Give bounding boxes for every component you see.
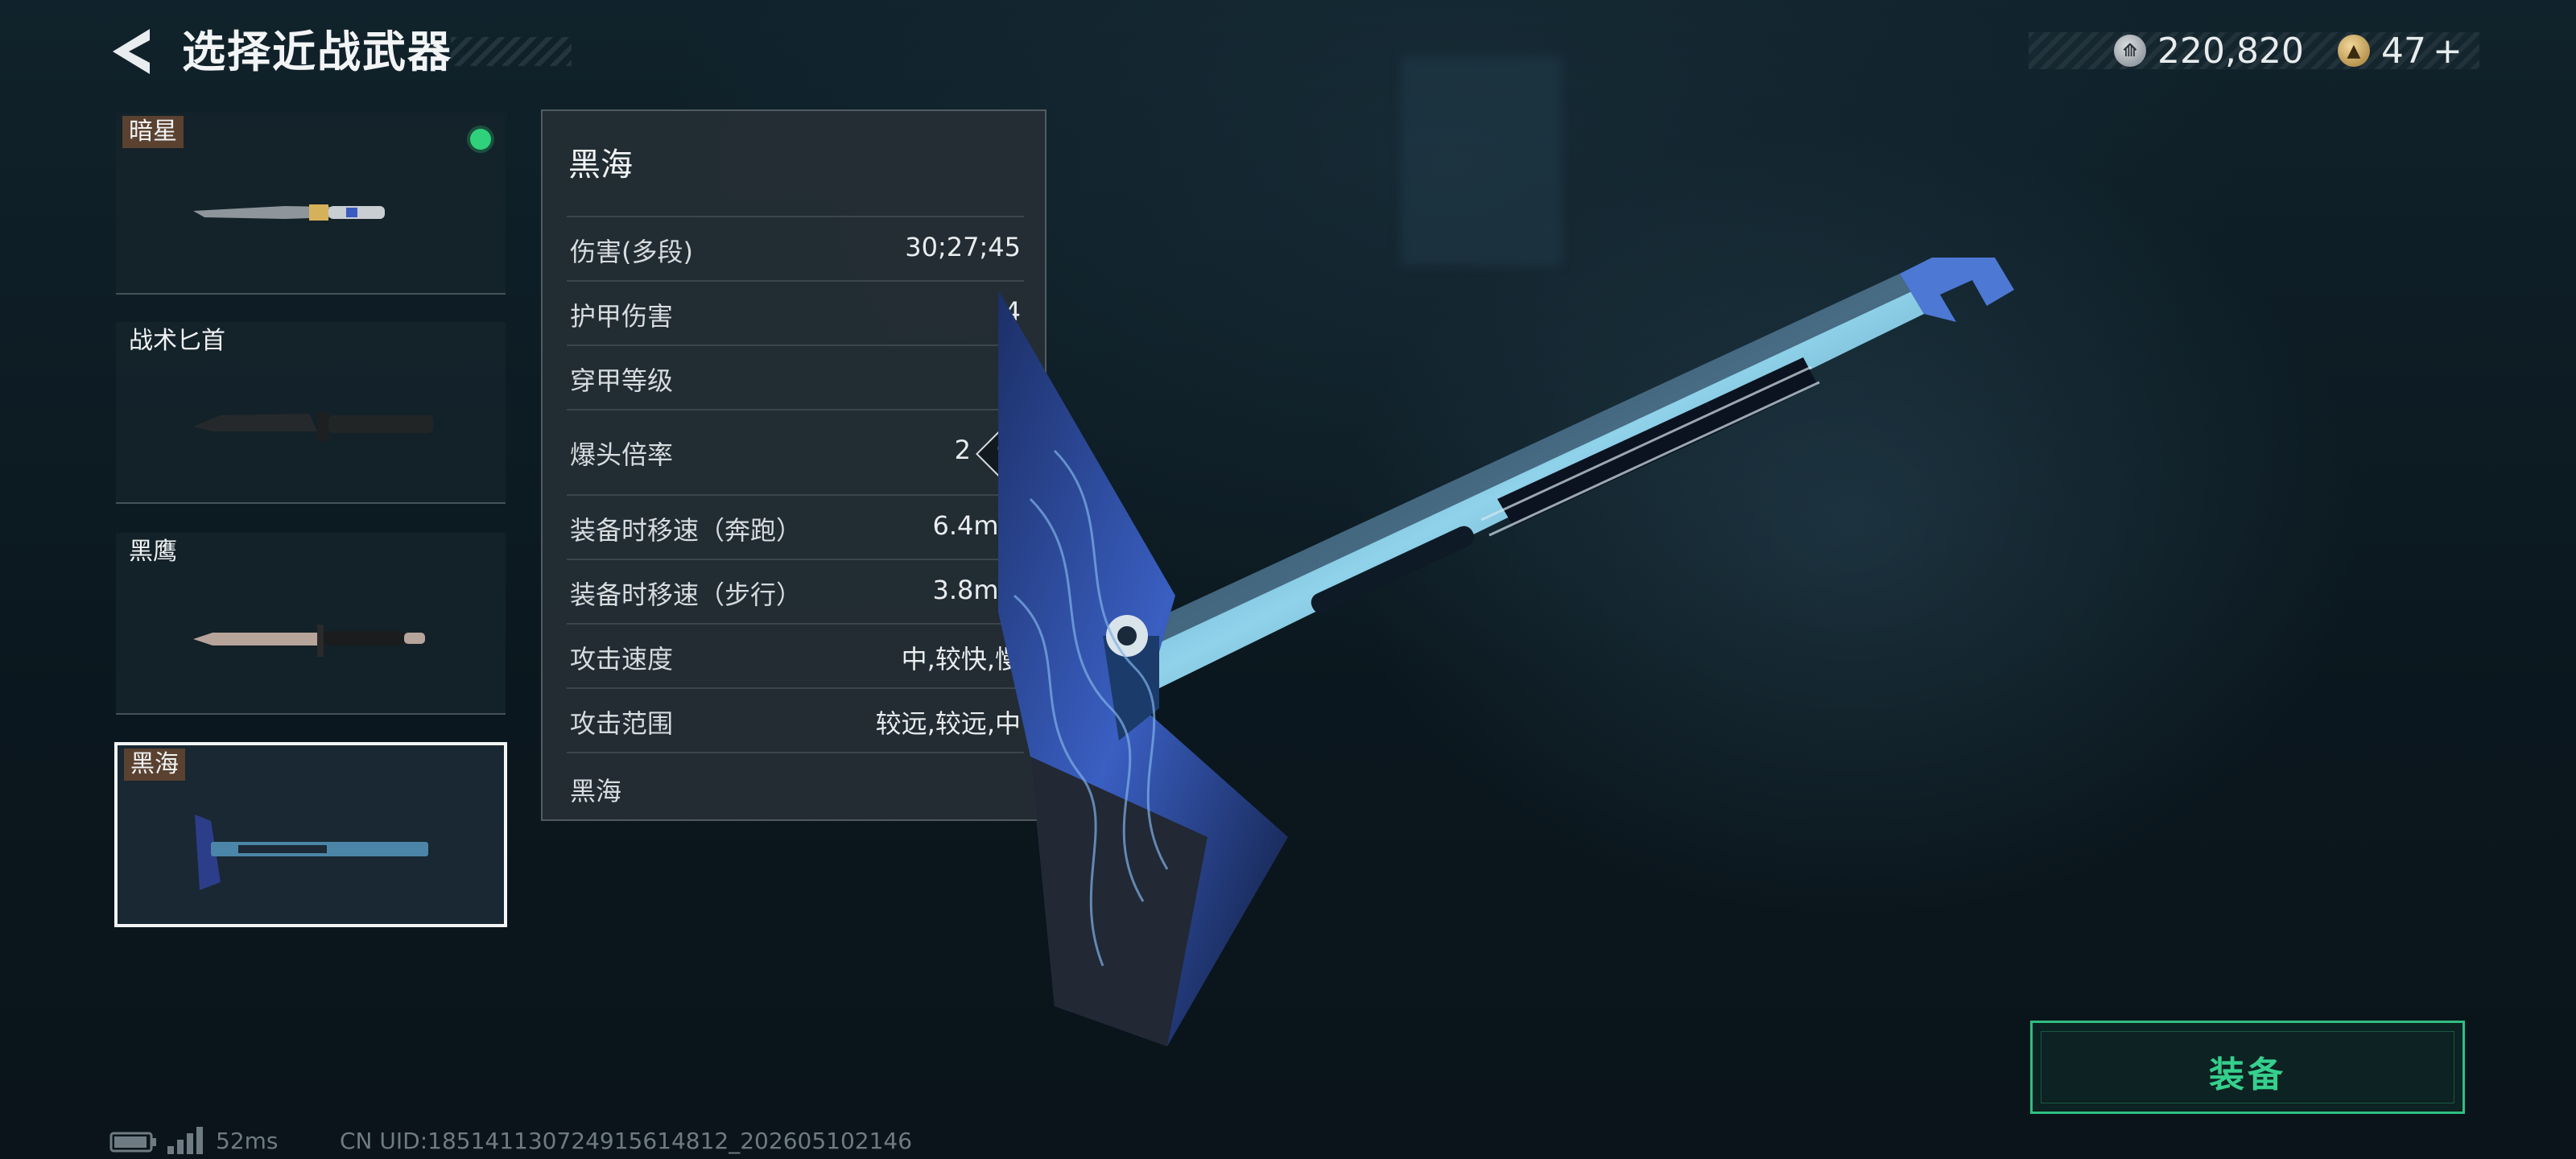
background-decor: [1401, 56, 1562, 266]
stat-row-penetration: 穿甲等级 2: [567, 344, 1024, 410]
title-decor: [451, 37, 572, 66]
back-arrow-icon[interactable]: [109, 27, 155, 76]
weapon-name: 黑海: [124, 749, 185, 781]
weapon-name: 黑鹰: [129, 538, 177, 566]
stat-label: 装备时移速（奔跑）: [570, 515, 803, 546]
equip-button-label: 装备: [2209, 1054, 2286, 1095]
stat-row-armor-damage: 护甲伤害 4: [567, 280, 1024, 346]
stat-row-skin-name: 黑海: [567, 752, 1024, 818]
weapon-name: 暗星: [122, 116, 184, 148]
weapon-thumbnail: [193, 412, 433, 441]
stat-label: 装备时移速（步行）: [570, 580, 803, 610]
stat-label: 爆头倍率: [570, 439, 674, 470]
card-divider: [116, 502, 506, 504]
stat-label: 黑海: [570, 776, 622, 806]
stat-label: 伤害(多段): [570, 237, 693, 267]
weapon-name: 战术匕首: [129, 327, 225, 355]
card-divider: [116, 293, 506, 295]
gold-coin-icon: ▲: [2338, 35, 2370, 67]
weapon-card-0[interactable]: 暗星: [116, 113, 506, 295]
signal-icon: [167, 1127, 203, 1154]
weapon-thumbnail: [193, 625, 425, 657]
stat-row-damage: 伤害(多段) 30;27;45: [567, 216, 1024, 282]
stat-row-walk-speed: 装备时移速（步行） 3.8m/s: [567, 559, 1024, 625]
stat-label: 穿甲等级: [570, 365, 674, 396]
battery-icon: [109, 1132, 156, 1153]
gold-amount: 47: [2381, 30, 2426, 72]
stats-title: 黑海: [568, 146, 633, 184]
stat-row-attack-speed: 攻击速度 中,较快,慢: [567, 623, 1024, 689]
card-divider: [116, 713, 506, 715]
silver-currency: ⟰ 220,820: [2114, 29, 2304, 72]
silver-amount: 220,820: [2157, 30, 2304, 72]
equip-button[interactable]: 装备: [2030, 1021, 2465, 1114]
stat-label: 护甲伤害: [570, 301, 674, 332]
equipped-indicator-icon: [470, 129, 491, 150]
add-currency-button[interactable]: +: [2433, 31, 2462, 72]
weapon-card-2[interactable]: 黑鹰: [116, 533, 506, 715]
weapon-thumbnail: [193, 204, 385, 221]
stat-row-run-speed: 装备时移速（奔跑） 6.4m/s: [567, 494, 1024, 560]
weapon-thumbnail: [195, 815, 428, 890]
ping-text: 52ms: [216, 1128, 279, 1154]
uid-text: CN UID:185141130724915614812_20260510214…: [340, 1128, 913, 1154]
stat-value: 2: [954, 435, 971, 465]
silver-coin-icon: ⟰: [2114, 35, 2146, 67]
stat-row-headshot: 爆头倍率 2 ?: [567, 409, 1030, 496]
stat-label: 攻击范围: [570, 708, 674, 739]
weapon-card-3[interactable]: 黑海: [114, 742, 507, 927]
weapon-stats-panel: 黑海 伤害(多段) 30;27;45 护甲伤害 4 穿甲等级 2 爆头倍率 2 …: [541, 109, 1046, 821]
page-title: 选择近战武器: [182, 27, 452, 77]
stat-row-attack-range: 攻击范围 较远,较远,中: [567, 687, 1024, 753]
stat-label: 攻击速度: [570, 644, 674, 674]
weapon-card-1[interactable]: 战术匕首: [116, 322, 506, 504]
weapon-render: [998, 258, 2014, 1046]
gold-currency[interactable]: ▲ 47 +: [2338, 29, 2462, 72]
